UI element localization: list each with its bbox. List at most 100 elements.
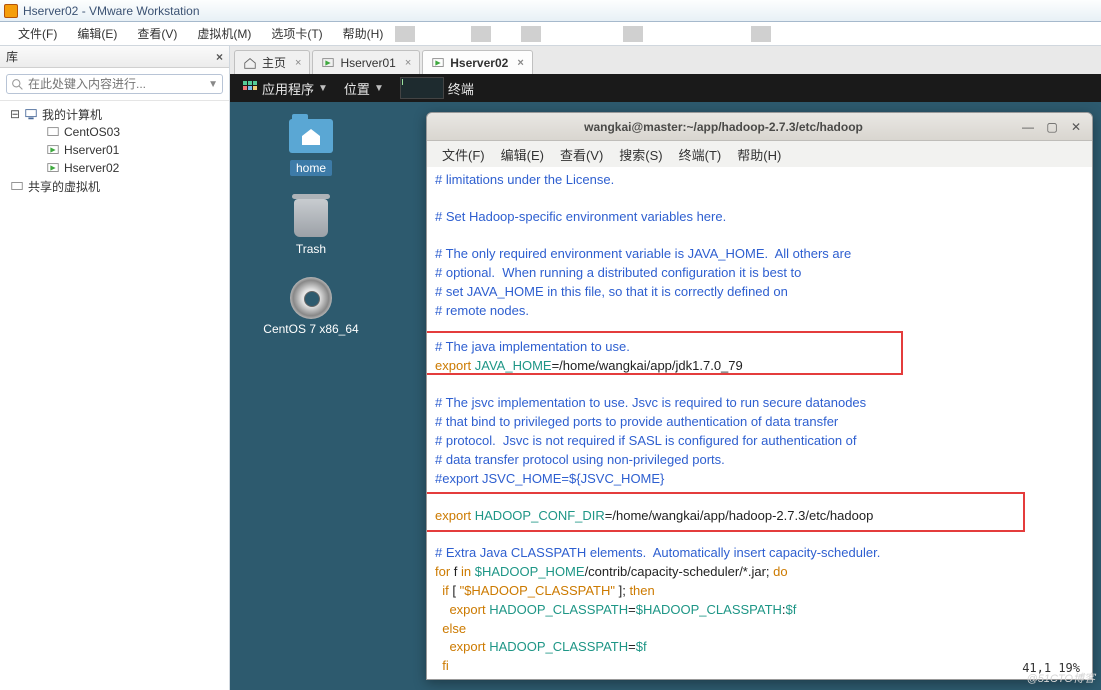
minimize-icon[interactable]: — <box>1020 120 1036 134</box>
chevron-down-icon: ▼ <box>374 83 384 94</box>
home-icon <box>243 56 257 70</box>
terminal-content: # limitations under the License. # Set H… <box>435 171 1084 676</box>
tree-item-label: CentOS03 <box>64 125 120 139</box>
search-icon <box>11 78 24 91</box>
watermark: @51CTO博客 <box>1027 670 1095 686</box>
tree-shared-label: 共享的虚拟机 <box>28 178 100 195</box>
divider <box>623 26 643 42</box>
menu-help[interactable]: 帮助(H) <box>333 25 394 42</box>
vm-running-icon <box>46 143 60 157</box>
unity-icon[interactable] <box>726 24 746 44</box>
titlebar: Hserver02 - VMware Workstation <box>0 0 1101 22</box>
folder-icon <box>289 119 333 153</box>
tree-root-label: 我的计算机 <box>42 106 102 123</box>
divider <box>395 26 415 42</box>
tree-item-label: Hserver01 <box>64 143 119 157</box>
term-menu-edit[interactable]: 编辑(E) <box>496 145 549 164</box>
library-title: 库 <box>6 48 18 65</box>
vmware-icon <box>4 4 18 18</box>
desktop-home[interactable]: home <box>256 116 366 176</box>
library-header: 库 × <box>0 46 229 68</box>
layout-grid-icon[interactable] <box>700 24 720 44</box>
menu-edit[interactable]: 编辑(E) <box>67 25 127 42</box>
snapshot-icon[interactable] <box>546 24 566 44</box>
tree-item-hserver02[interactable]: Hserver02 <box>10 159 229 177</box>
vm-viewport: 主页 × Hserver01 × Hserver02 × 应用程序 ▼ 位 <box>230 46 1101 690</box>
divider <box>751 26 771 42</box>
computer-icon <box>24 107 38 121</box>
window-title: Hserver02 - VMware Workstation <box>23 4 200 18</box>
terminal-thumbnail-icon <box>400 77 444 99</box>
layout-2-icon[interactable] <box>674 24 694 44</box>
desktop-trash[interactable]: Trash <box>256 198 366 256</box>
menu-view[interactable]: 查看(V) <box>127 25 187 42</box>
guest-apps-menu[interactable]: 应用程序 ▼ <box>236 79 334 98</box>
terminal-menubar: 文件(F) 编辑(E) 查看(V) 搜索(S) 终端(T) 帮助(H) <box>427 141 1092 167</box>
guest-terminal-task[interactable]: 终端 <box>394 77 480 99</box>
close-icon[interactable]: × <box>295 57 301 69</box>
desktop-disc[interactable]: CentOS 7 x86_64 <box>256 278 366 336</box>
menu-file[interactable]: 文件(F) <box>8 25 67 42</box>
terminal-titlebar[interactable]: wangkai@master:~/app/hadoop-2.7.3/etc/ha… <box>427 113 1092 141</box>
terminal-window: wangkai@master:~/app/hadoop-2.7.3/etc/ha… <box>426 112 1093 680</box>
guest-terminal-label: 终端 <box>448 79 474 98</box>
vm-tabs: 主页 × Hserver01 × Hserver02 × <box>230 46 1101 74</box>
guest-places-label: 位置 <box>344 79 370 98</box>
play-icon[interactable] <box>446 24 466 44</box>
shared-icon <box>10 179 24 193</box>
chevron-down-icon: ▼ <box>318 83 328 94</box>
close-icon[interactable]: × <box>517 57 523 69</box>
tree-item-hserver01[interactable]: Hserver01 <box>10 141 229 159</box>
term-menu-help[interactable]: 帮助(H) <box>732 145 786 164</box>
tab-hserver01[interactable]: Hserver01 × <box>312 50 420 74</box>
desktop-disc-label: CentOS 7 x86_64 <box>263 322 358 336</box>
terminal-title: wangkai@master:~/app/hadoop-2.7.3/etc/ha… <box>435 120 1012 134</box>
tab-home[interactable]: 主页 × <box>234 50 310 74</box>
menubar: 文件(F) 编辑(E) 查看(V) 虚拟机(M) 选项卡(T) 帮助(H) <box>0 22 1101 46</box>
tab-hserver02[interactable]: Hserver02 × <box>422 50 533 74</box>
library-search: ▼ <box>0 68 229 101</box>
term-menu-search[interactable]: 搜索(S) <box>614 145 667 164</box>
tree-root[interactable]: ⊟ 我的计算机 <box>10 105 229 123</box>
divider <box>471 26 491 42</box>
dropdown-icon[interactable]: ▼ <box>208 79 218 90</box>
desktop-icons: home Trash CentOS 7 x86_64 <box>256 116 366 358</box>
desktop-home-label: home <box>290 160 332 176</box>
maximize-icon[interactable]: ▢ <box>1044 120 1060 134</box>
menu-vm[interactable]: 虚拟机(M) <box>187 25 261 42</box>
close-icon[interactable]: × <box>216 50 223 64</box>
desktop-trash-label: Trash <box>296 242 326 256</box>
library-tree: ⊟ 我的计算机 CentOS03 Hserver01 Hserver02 共享的… <box>0 101 229 199</box>
send-keys-icon[interactable] <box>496 24 516 44</box>
vm-running-icon <box>321 56 335 70</box>
fullscreen-icon[interactable] <box>776 24 796 44</box>
library-panel: 库 × ▼ ⊟ 我的计算机 CentOS03 Hserver01 <box>0 46 230 690</box>
guest-places-menu[interactable]: 位置 ▼ <box>338 79 390 98</box>
revert-icon[interactable] <box>598 24 618 44</box>
pause-icon[interactable] <box>420 24 440 44</box>
tab-label: Hserver01 <box>340 56 395 70</box>
layout-1-icon[interactable] <box>648 24 668 44</box>
search-input[interactable] <box>28 77 208 91</box>
trash-icon <box>294 199 328 237</box>
guest-apps-label: 应用程序 <box>262 79 314 98</box>
menu-tabs[interactable]: 选项卡(T) <box>261 25 332 42</box>
terminal-body[interactable]: # limitations under the License. # Set H… <box>427 167 1092 679</box>
close-icon[interactable]: ✕ <box>1068 120 1084 134</box>
collapse-icon[interactable]: ⊟ <box>10 107 20 121</box>
tree-item-centos03[interactable]: CentOS03 <box>10 123 229 141</box>
disc-icon <box>290 277 332 319</box>
divider <box>521 26 541 42</box>
search-box[interactable]: ▼ <box>6 74 223 94</box>
vm-icon <box>46 125 60 139</box>
vm-running-icon <box>431 56 445 70</box>
term-menu-file[interactable]: 文件(F) <box>437 145 490 164</box>
apps-icon <box>242 80 258 96</box>
vm-running-icon <box>46 161 60 175</box>
term-menu-view[interactable]: 查看(V) <box>555 145 608 164</box>
tree-shared[interactable]: 共享的虚拟机 <box>10 177 229 195</box>
term-menu-term[interactable]: 终端(T) <box>674 145 727 164</box>
snapshot-manager-icon[interactable] <box>572 24 592 44</box>
tab-label: Hserver02 <box>450 56 508 70</box>
close-icon[interactable]: × <box>405 57 411 69</box>
